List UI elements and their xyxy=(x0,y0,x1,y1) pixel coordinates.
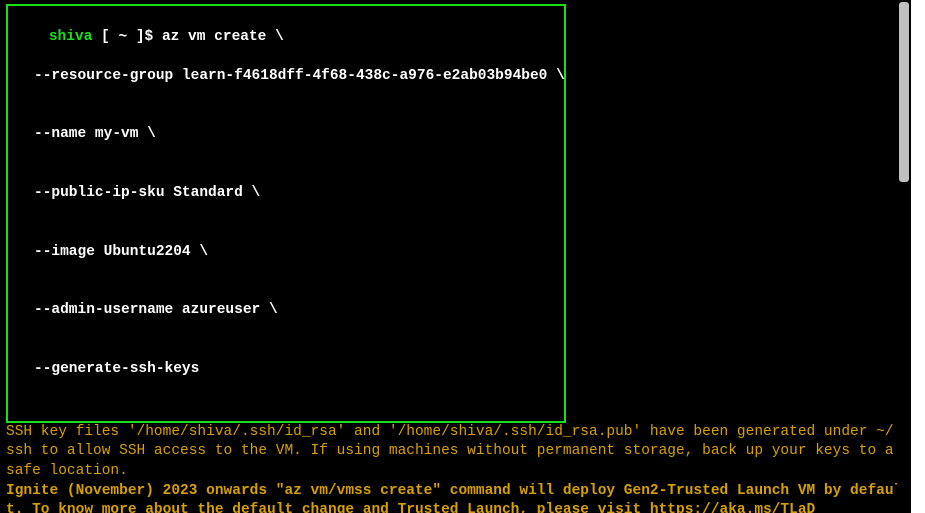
command-arg: --name my-vm \ xyxy=(14,125,558,145)
prompt-open-bracket: [ xyxy=(92,29,118,45)
prompt-close-bracket: ] xyxy=(127,29,144,45)
prompt-path: ~ xyxy=(118,29,127,45)
scrollbar-thumb[interactable] xyxy=(899,2,909,182)
command-arg: --admin-username azureuser \ xyxy=(14,301,558,321)
command-arg: --image Ubuntu2204 \ xyxy=(14,243,558,263)
command-arg: --generate-ssh-keys xyxy=(14,360,558,380)
terminal[interactable]: shiva [ ~ ]$ az vm create \ --resource-g… xyxy=(0,0,911,513)
ignite-warning-message: Ignite (November) 2023 onwards "az vm/vm… xyxy=(6,482,905,513)
prompt-dollar: $ xyxy=(145,29,162,45)
ssh-keygen-message: SSH key files '/home/shiva/.ssh/id_rsa' … xyxy=(6,423,905,482)
command-arg: --resource-group learn-f4618dff-4f68-438… xyxy=(14,67,558,87)
scrollbar-track[interactable] xyxy=(897,0,911,513)
prompt-user: shiva xyxy=(49,29,93,45)
command-arg: --public-ip-sku Standard \ xyxy=(14,184,558,204)
command-base: az vm create \ xyxy=(162,29,284,45)
command-highlight-box: shiva [ ~ ]$ az vm create \ --resource-g… xyxy=(6,4,566,423)
